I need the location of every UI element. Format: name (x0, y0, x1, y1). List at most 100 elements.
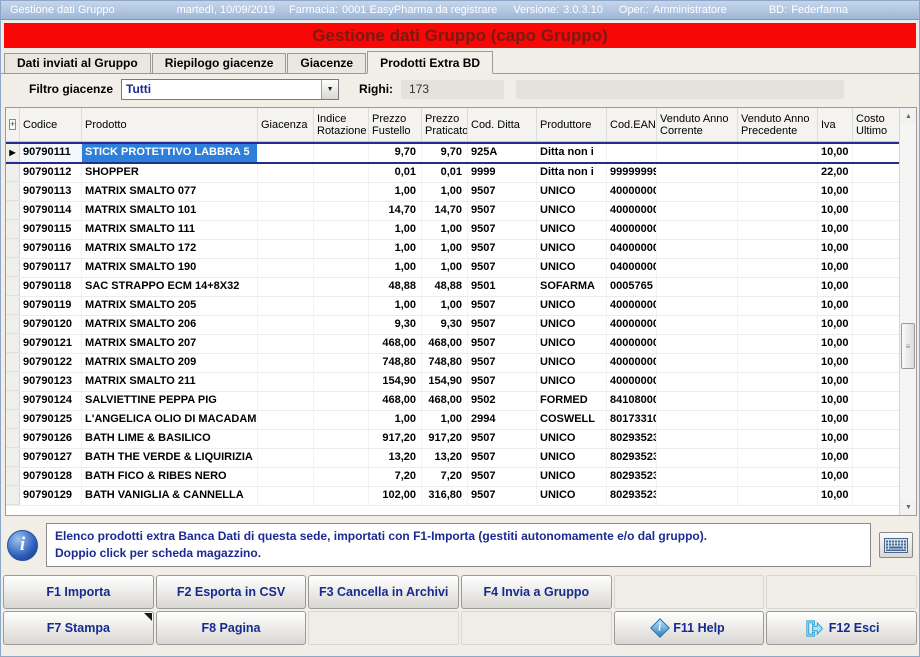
cell: 1,00 (422, 240, 468, 258)
cell: 22,00 (818, 164, 853, 182)
empty-button-slot (308, 611, 459, 645)
cell: 1,00 (369, 411, 422, 429)
cell (314, 335, 369, 353)
cell (258, 278, 314, 296)
column-header-produttore[interactable]: Produttore (537, 108, 607, 141)
filter-giacenze-select[interactable]: Tutti ▼ (121, 79, 339, 100)
expand-plus-icon[interactable]: + (9, 119, 16, 130)
table-row[interactable]: 90790126BATH LIME & BASILICO917,20917,20… (6, 430, 900, 449)
cell: STICK PROTETTIVO LABBRA 5 (82, 144, 258, 162)
titlebar-farmacia: Farmacia: 0001 EasyPharma da registrare (289, 4, 497, 16)
info-icon: i (7, 530, 38, 561)
cell: 9502 (468, 392, 537, 410)
f3-cancella-in-archivi-button[interactable]: F3 Cancella in Archivi (308, 575, 459, 609)
cell: MATRIX SMALTO 211 (82, 373, 258, 391)
column-header-prezzo-fustello[interactable]: Prezzo Fustello (369, 108, 422, 141)
column-header-cod-ean[interactable]: Cod.EAN (607, 108, 657, 141)
column-header-venduto-anno-corrente[interactable]: Venduto Anno Corrente (657, 108, 738, 141)
cell: 316,80 (422, 487, 468, 505)
cell: 0,01 (422, 164, 468, 182)
table-row[interactable]: 90790115MATRIX SMALTO 1111,001,009507UNI… (6, 221, 900, 240)
cell: 10,00 (818, 411, 853, 429)
cell: 90790114 (20, 202, 82, 220)
cell: 154,90 (369, 373, 422, 391)
column-header-costo-ultimo[interactable]: Costo Ultimo (853, 108, 900, 141)
cell (738, 487, 818, 505)
expand-all-cell[interactable]: + (6, 108, 20, 141)
cell: 400000003 (607, 335, 657, 353)
column-header-venduto-anno-precedente[interactable]: Venduto Anno Precedente (738, 108, 818, 141)
tab-riepilogo-giacenze[interactable]: Riepilogo giacenze (152, 53, 287, 73)
vertical-scrollbar[interactable]: ▲ ≡ ▼ (899, 108, 916, 515)
table-row[interactable]: 90790113MATRIX SMALTO 0771,001,009507UNI… (6, 183, 900, 202)
f4-invia-a-gruppo-button[interactable]: F4 Invia a Gruppo (461, 575, 612, 609)
f7-stampa-button[interactable]: F7 Stampa (3, 611, 154, 645)
table-row[interactable]: 90790121MATRIX SMALTO 207468,00468,00950… (6, 335, 900, 354)
table-row[interactable]: 90790116MATRIX SMALTO 1721,001,009507UNI… (6, 240, 900, 259)
cell: 468,00 (422, 335, 468, 353)
table-row[interactable]: 90790123MATRIX SMALTO 211154,90154,90950… (6, 373, 900, 392)
table-row[interactable]: 90790114MATRIX SMALTO 10114,7014,709507U… (6, 202, 900, 221)
scroll-up-icon[interactable]: ▲ (900, 108, 917, 124)
cell: 10,00 (818, 354, 853, 372)
button-label: F4 Invia a Gruppo (484, 585, 590, 599)
table-row[interactable]: 90790119MATRIX SMALTO 2051,001,009507UNI… (6, 297, 900, 316)
column-header-iva[interactable]: Iva (818, 108, 853, 141)
cell: 9507 (468, 373, 537, 391)
f11-help-button[interactable]: iF11 Help (614, 611, 765, 645)
f12-esci-button[interactable]: F12 Esci (766, 611, 917, 645)
table-row[interactable]: 90790122MATRIX SMALTO 209748,80748,80950… (6, 354, 900, 373)
table-row[interactable]: 90790129BATH VANIGLIA & CANNELLA102,0031… (6, 487, 900, 506)
tab-giacenze[interactable]: Giacenze (287, 53, 366, 73)
cell: 1,00 (369, 221, 422, 239)
row-selector (6, 297, 20, 315)
cell (853, 278, 900, 296)
cell (853, 373, 900, 391)
info-message: Elenco prodotti extra Banca Dati di ques… (46, 523, 871, 567)
table-row[interactable]: 90790124SALVIETTINE PEPPA PIG468,00468,0… (6, 392, 900, 411)
chevron-down-icon[interactable]: ▼ (321, 80, 338, 99)
cell: MATRIX SMALTO 077 (82, 183, 258, 201)
scrollbar-thumb[interactable]: ≡ (901, 323, 915, 369)
titlebar-oper: Oper.: Amministratore (619, 4, 727, 16)
scroll-down-icon[interactable]: ▼ (900, 499, 917, 515)
cell: 400000000 (607, 183, 657, 201)
row-selector: ▶ (6, 144, 20, 162)
table-row[interactable]: 90790120MATRIX SMALTO 2069,309,309507UNI… (6, 316, 900, 335)
column-header-codice[interactable]: Codice (20, 108, 82, 141)
cell (657, 392, 738, 410)
table-row[interactable]: 90790125L'ANGELICA OLIO DI MACADAM1,001,… (6, 411, 900, 430)
column-header-giacenza[interactable]: Giacenza (258, 108, 314, 141)
cell (314, 183, 369, 201)
cell (258, 164, 314, 182)
table-row[interactable]: 90790128BATH FICO & RIBES NERO7,207,2095… (6, 468, 900, 487)
righi-count: 173 (401, 80, 504, 99)
cell (258, 335, 314, 353)
keyboard-icon[interactable] (879, 532, 913, 558)
cell (657, 468, 738, 486)
column-header-prezzo-praticato[interactable]: Prezzo Praticato (422, 108, 468, 141)
f1-importa-button[interactable]: F1 Importa (3, 575, 154, 609)
column-header-prodotto[interactable]: Prodotto (82, 108, 258, 141)
table-row[interactable]: 90790118SAC STRAPPO ECM 14+8X3248,8848,8… (6, 278, 900, 297)
f2-esporta-in-csv-button[interactable]: F2 Esporta in CSV (156, 575, 307, 609)
column-header-cod-ditta[interactable]: Cod. Ditta (468, 108, 537, 141)
button-label: F8 Pagina (201, 621, 260, 635)
cell: 748,80 (422, 354, 468, 372)
cell (314, 144, 369, 162)
column-header-indice-rotazione[interactable]: Indice Rotazione (314, 108, 369, 141)
table-row[interactable]: 90790112SHOPPER0,010,019999Ditta non i99… (6, 164, 900, 183)
f8-pagina-button[interactable]: F8 Pagina (156, 611, 307, 645)
table-row[interactable]: 90790127BATH THE VERDE & LIQUIRIZIA13,20… (6, 449, 900, 468)
row-selector (6, 278, 20, 296)
tab-prodotti-extra-bd[interactable]: Prodotti Extra BD (367, 51, 493, 74)
table-row[interactable]: 90790117MATRIX SMALTO 1901,001,009507UNI… (6, 259, 900, 278)
cell: 10,00 (818, 144, 853, 162)
cell: 1,00 (369, 259, 422, 277)
cell (314, 202, 369, 220)
tab-dati-inviati-al-gruppo[interactable]: Dati inviati al Gruppo (4, 53, 151, 73)
row-selector (6, 430, 20, 448)
page-title: Gestione dati Gruppo (capo Gruppo) (4, 23, 916, 48)
cell: 48,88 (422, 278, 468, 296)
table-row[interactable]: ▶90790111STICK PROTETTIVO LABBRA 59,709,… (6, 142, 900, 164)
